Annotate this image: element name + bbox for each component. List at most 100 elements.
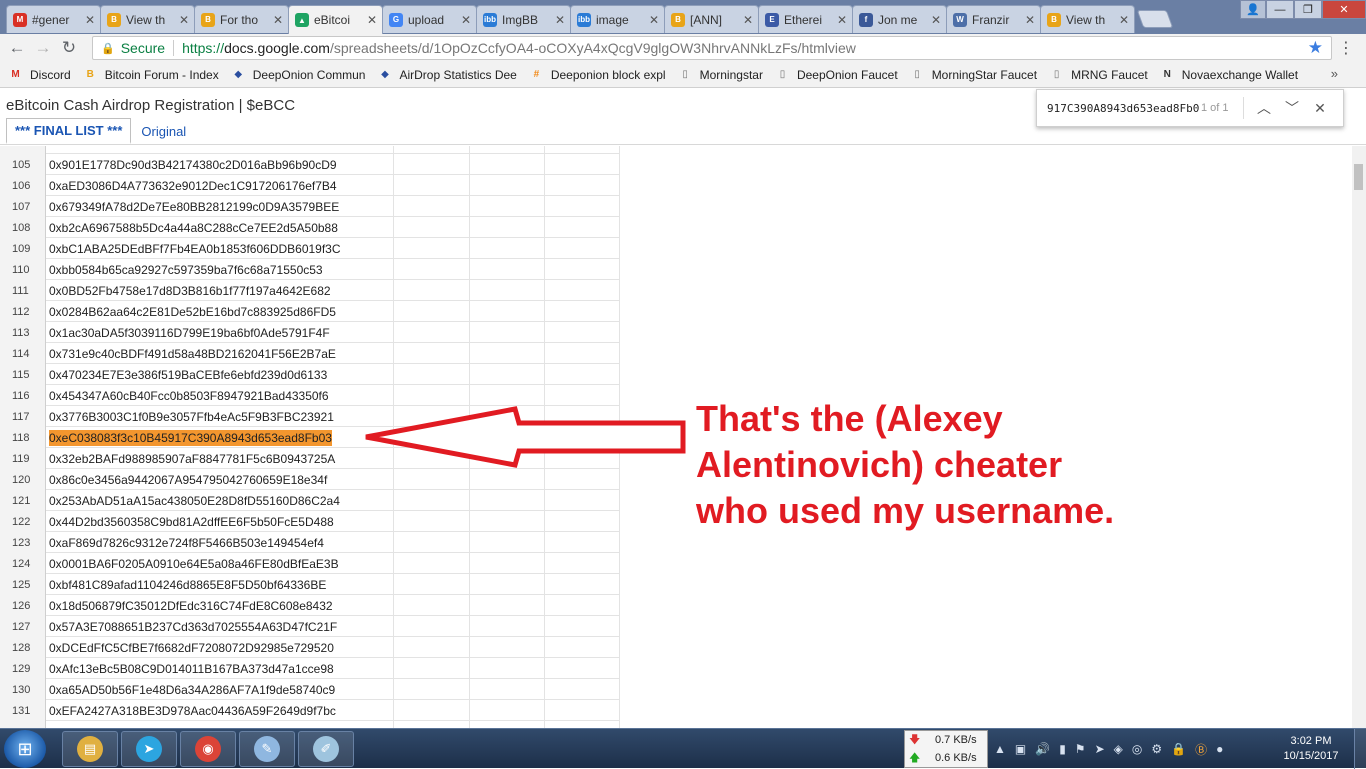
taskbar-app-chrome[interactable]: ◉	[180, 731, 236, 767]
cell-b[interactable]	[394, 196, 470, 217]
cell-d[interactable]	[545, 553, 620, 574]
bookmark-item[interactable]: ▯ MorningStar Faucet	[910, 67, 1037, 82]
cell-address[interactable]: 0x0284B62aa64c2E81De52bE16bd7c883925d86F…	[46, 301, 394, 322]
cell-address[interactable]: 0x901E1778Dc90d3B42174380c2D016aBb96b90c…	[46, 154, 394, 175]
browser-tab[interactable]: B View th ✕	[1040, 5, 1135, 33]
cell-address[interactable]: 0x3776B3003C1f0B9e3057Ffb4eAc5F9B3FBC239…	[46, 406, 394, 427]
cell-address[interactable]: 0xeC038083f3c10B45917C390A8943d653ead8Fb…	[46, 427, 394, 448]
shield-tray-icon[interactable]: ◈	[1114, 742, 1123, 756]
cell-b[interactable]	[394, 511, 470, 532]
cell-d[interactable]	[545, 175, 620, 196]
cell-d[interactable]	[545, 490, 620, 511]
maximize-button[interactable]: ❐	[1294, 0, 1322, 19]
find-prev-icon[interactable]: ︿	[1250, 98, 1278, 118]
cell-address[interactable]: 0x0001BA6F0205A0910e64E5a08a46FE80dBfEaE…	[46, 553, 394, 574]
bookmark-item[interactable]: B Bitcoin Forum - Index	[83, 67, 219, 82]
cell-d[interactable]	[545, 574, 620, 595]
cell-c[interactable]	[470, 217, 545, 238]
cell-address[interactable]: 0x253AbAD51aA15ac438050E28D8fD55160D86C2…	[46, 490, 394, 511]
cell-d[interactable]	[545, 280, 620, 301]
cell-d[interactable]	[545, 511, 620, 532]
bookmark-item[interactable]: # Deeponion block expl	[529, 67, 666, 82]
close-tab-icon[interactable]: ✕	[648, 13, 660, 27]
cell-address[interactable]: 0x470234E7E3e386f519BaCEBfe6ebfd239d0d61…	[46, 364, 394, 385]
taskbar-app-notepad[interactable]: ✐	[298, 731, 354, 767]
bookmark-item[interactable]: ▯ MRNG Faucet	[1049, 67, 1148, 82]
clock[interactable]: 3:02 PM 10/15/2017	[1278, 734, 1344, 764]
cell-d[interactable]	[545, 700, 620, 721]
bookmark-item[interactable]: ◆ DeepOnion Commun	[231, 67, 365, 82]
cell-b[interactable]	[394, 532, 470, 553]
cell-b[interactable]	[394, 301, 470, 322]
cell-d[interactable]	[545, 238, 620, 259]
cell-c[interactable]	[470, 322, 545, 343]
lock-tray-icon[interactable]: 🔒	[1171, 742, 1186, 756]
show-desktop-button[interactable]	[1354, 729, 1366, 769]
cell-c[interactable]	[470, 616, 545, 637]
tray-expand-icon[interactable]: ▲	[994, 742, 1006, 756]
close-tab-icon[interactable]: ✕	[554, 13, 566, 27]
close-tab-icon[interactable]: ✕	[1024, 13, 1036, 27]
cell-b[interactable]	[394, 721, 470, 728]
browser-menu-icon[interactable]: ⋮	[1338, 38, 1354, 58]
cell-b[interactable]	[394, 322, 470, 343]
cell-d[interactable]	[545, 217, 620, 238]
flag-icon[interactable]: ⚑	[1075, 742, 1086, 756]
browser-tab[interactable]: Gupload ✕	[382, 5, 477, 33]
cell-b[interactable]	[394, 700, 470, 721]
browser-tab[interactable]: B For tho ✕	[194, 5, 289, 33]
signal-icon[interactable]: ▮	[1059, 742, 1066, 756]
cell-d[interactable]	[545, 616, 620, 637]
bookmark-item[interactable]: N Novaexchange Wallet	[1160, 67, 1298, 82]
cell-d[interactable]	[545, 146, 620, 154]
bookmark-item[interactable]: ▯ Morningstar	[678, 67, 763, 82]
tab-final-list[interactable]: *** FINAL LIST ***	[6, 118, 132, 144]
cell-c[interactable]	[470, 574, 545, 595]
scrollbar-thumb[interactable]	[1354, 164, 1363, 190]
cell-address[interactable]: 0x1ac30aDA5f3039116D799E19ba6bf0Ade5791F…	[46, 322, 394, 343]
browser-tab[interactable]: W Franzir ✕	[946, 5, 1041, 33]
browser-tab[interactable]: B [ANN] ✕	[664, 5, 759, 33]
cell-b[interactable]	[394, 595, 470, 616]
cell-c[interactable]	[470, 364, 545, 385]
bookmark-item[interactable]: ▯ DeepOnion Faucet	[775, 67, 898, 82]
cell-c[interactable]	[470, 532, 545, 553]
cell-address[interactable]: 0xDCEdFfC5CfBE7f6682dF7208072D92985e7295…	[46, 637, 394, 658]
reload-button[interactable]: ↻	[56, 36, 82, 60]
find-input[interactable]: 917C390A8943d653ead8Fb03	[1047, 102, 1199, 115]
cell-b[interactable]	[394, 553, 470, 574]
cell-c[interactable]	[470, 146, 545, 154]
cell-address[interactable]: 0xbb0584b65ca92927c597359ba7f6c68a71550c…	[46, 259, 394, 280]
cell-a[interactable]	[46, 146, 394, 154]
cell-c[interactable]	[470, 259, 545, 280]
cell-c[interactable]	[470, 301, 545, 322]
taskbar-app-telegram[interactable]: ➤	[121, 731, 177, 767]
cell-c[interactable]	[470, 721, 545, 728]
cell-address[interactable]: 0x731e9c40cBDFf491d58a48BD2162041F56E2B7…	[46, 343, 394, 364]
close-tab-icon[interactable]: ✕	[460, 13, 472, 27]
cell-c[interactable]	[470, 490, 545, 511]
cell-d[interactable]	[545, 658, 620, 679]
browser-tab[interactable]: ▲ eBitcoi ✕	[288, 5, 383, 34]
close-window-button[interactable]: ✕	[1322, 0, 1366, 19]
new-tab-button[interactable]	[1136, 10, 1174, 28]
close-tab-icon[interactable]: ✕	[836, 13, 848, 27]
cell-d[interactable]	[545, 301, 620, 322]
telegram-tray-icon[interactable]: ➤	[1095, 742, 1105, 756]
cell-b[interactable]	[394, 217, 470, 238]
more-bookmarks-icon[interactable]: »	[1331, 66, 1338, 81]
close-tab-icon[interactable]: ✕	[178, 13, 190, 27]
cell-b[interactable]	[394, 364, 470, 385]
cell-c[interactable]	[470, 280, 545, 301]
cell-c[interactable]	[470, 238, 545, 259]
cell-d[interactable]	[545, 532, 620, 553]
cell-c[interactable]	[470, 343, 545, 364]
cell-d[interactable]	[545, 679, 620, 700]
cell-b[interactable]	[394, 679, 470, 700]
gear-tray-icon[interactable]: ⚙	[1151, 742, 1162, 756]
cell-address[interactable]: 0xaF869d7826c9312e724f8F5466B503e149454e…	[46, 532, 394, 553]
cell-address[interactable]: 0x454347A60cB40Fcc0b8503F8947921Bad43350…	[46, 385, 394, 406]
cell-d[interactable]	[545, 196, 620, 217]
browser-tab[interactable]: B View th ✕	[100, 5, 195, 33]
cell-b[interactable]	[394, 259, 470, 280]
